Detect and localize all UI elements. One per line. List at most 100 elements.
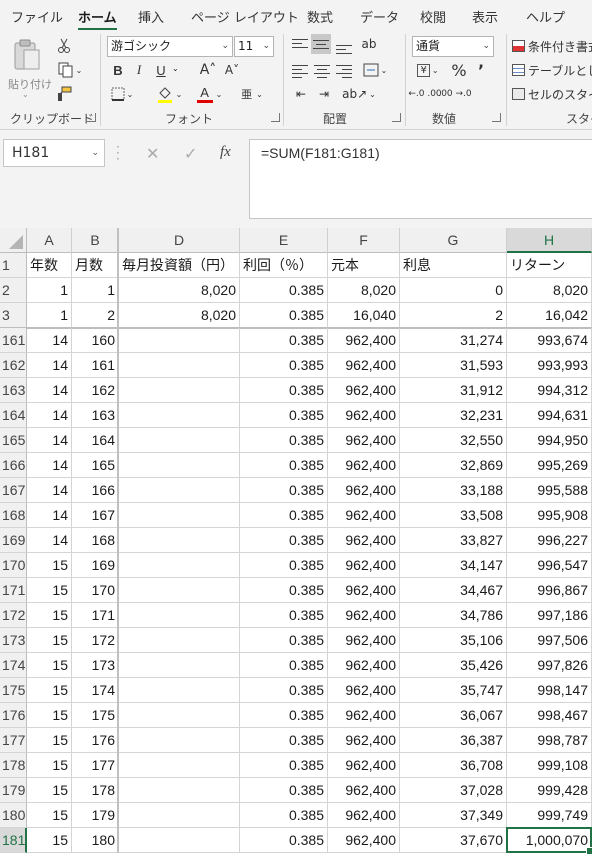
cell-E181[interactable]: 0.385 — [240, 828, 328, 853]
row-header[interactable]: 3 — [0, 303, 27, 328]
cell-A2[interactable]: 1 — [27, 278, 72, 303]
column-header[interactable]: G — [400, 228, 507, 253]
cell-G166[interactable]: 32,869 — [400, 453, 507, 478]
cell-H168[interactable]: 995,908 — [507, 503, 592, 528]
cell-D174[interactable] — [119, 653, 240, 678]
cell-F180[interactable]: 962,400 — [328, 803, 400, 828]
cell-A166[interactable]: 14 — [27, 453, 72, 478]
cell-D163[interactable] — [119, 378, 240, 403]
tab-home[interactable]: ホーム — [78, 7, 117, 31]
cell-H180[interactable]: 999,749 — [507, 803, 592, 828]
cell-E162[interactable]: 0.385 — [240, 353, 328, 378]
cell-G178[interactable]: 36,708 — [400, 753, 507, 778]
cell-F162[interactable]: 962,400 — [328, 353, 400, 378]
cell-H181[interactable]: 1,000,070 — [507, 828, 592, 853]
tab-formulas[interactable]: 数式 — [307, 7, 333, 26]
cell-G181[interactable]: 37,670 — [400, 828, 507, 853]
cell-F1[interactable]: 元本 — [328, 253, 400, 278]
row-header[interactable]: 176 — [0, 703, 27, 728]
cell-E175[interactable]: 0.385 — [240, 678, 328, 703]
cut-button[interactable] — [55, 36, 73, 56]
column-header[interactable]: E — [240, 228, 328, 253]
cell-B165[interactable]: 164 — [72, 428, 119, 453]
tab-view[interactable]: 表示 — [472, 7, 498, 26]
cell-G171[interactable]: 34,467 — [400, 578, 507, 603]
cell-G172[interactable]: 34,786 — [400, 603, 507, 628]
cell-E1[interactable]: 利回（％） — [240, 253, 328, 278]
increase-indent-button[interactable]: ⇥ — [314, 84, 334, 104]
cell-D169[interactable] — [119, 528, 240, 553]
cell-E170[interactable]: 0.385 — [240, 553, 328, 578]
cell-B176[interactable]: 175 — [72, 703, 119, 728]
row-header[interactable]: 167 — [0, 478, 27, 503]
cell-styles-button[interactable]: セルのスタイル — [512, 84, 592, 104]
decrease-decimal-button[interactable]: .00 →.0 — [438, 84, 471, 104]
formula-input[interactable]: =SUM(F181:G181) — [249, 139, 592, 219]
row-header[interactable]: 177 — [0, 728, 27, 753]
cell-B172[interactable]: 171 — [72, 603, 119, 628]
cell-B174[interactable]: 173 — [72, 653, 119, 678]
cell-F176[interactable]: 962,400 — [328, 703, 400, 728]
cell-D2[interactable]: 8,020 — [119, 278, 240, 303]
cell-F181[interactable]: 962,400 — [328, 828, 400, 853]
cell-B171[interactable]: 170 — [72, 578, 119, 603]
cell-B179[interactable]: 178 — [72, 778, 119, 803]
cell-B1[interactable]: 月数 — [72, 253, 119, 278]
tab-help[interactable]: ヘルプ — [526, 7, 565, 26]
cell-E173[interactable]: 0.385 — [240, 628, 328, 653]
row-header[interactable]: 166 — [0, 453, 27, 478]
cell-E176[interactable]: 0.385 — [240, 703, 328, 728]
cancel-icon[interactable]: ✕ — [146, 144, 159, 163]
cell-D172[interactable] — [119, 603, 240, 628]
row-header[interactable]: 164 — [0, 403, 27, 428]
orientation-button[interactable]: ab — [359, 34, 379, 54]
row-header[interactable]: 1 — [0, 253, 27, 278]
cell-A173[interactable]: 15 — [27, 628, 72, 653]
cell-G1[interactable]: 利息 — [400, 253, 507, 278]
cell-F168[interactable]: 962,400 — [328, 503, 400, 528]
cell-H170[interactable]: 996,547 — [507, 553, 592, 578]
number-format-combo[interactable]: 通貨 ⌄ — [412, 36, 494, 57]
fill-color-button[interactable]: ⌄ — [152, 84, 186, 104]
cell-A175[interactable]: 15 — [27, 678, 72, 703]
tab-file[interactable]: ファイル — [11, 7, 63, 26]
cell-B162[interactable]: 161 — [72, 353, 119, 378]
align-center-icon[interactable] — [314, 62, 330, 81]
cell-G177[interactable]: 36,387 — [400, 728, 507, 753]
cell-D161[interactable] — [119, 328, 240, 353]
cell-F172[interactable]: 962,400 — [328, 603, 400, 628]
tab-review[interactable]: 校閲 — [420, 7, 446, 26]
font-size-combo[interactable]: 11 ⌄ — [234, 36, 274, 57]
align-right-icon[interactable] — [336, 62, 352, 81]
row-header[interactable]: 178 — [0, 753, 27, 778]
tab-insert[interactable]: 挿入 — [138, 7, 164, 26]
cell-G163[interactable]: 31,912 — [400, 378, 507, 403]
currency-button[interactable]: ¥ ⌄ — [412, 60, 444, 80]
cell-F3[interactable]: 16,040 — [328, 303, 400, 328]
cell-G179[interactable]: 37,028 — [400, 778, 507, 803]
cell-G175[interactable]: 35,747 — [400, 678, 507, 703]
row-header[interactable]: 173 — [0, 628, 27, 653]
cell-E163[interactable]: 0.385 — [240, 378, 328, 403]
font-name-combo[interactable]: 游ゴシック ⌄ — [107, 36, 233, 57]
cell-H162[interactable]: 993,993 — [507, 353, 592, 378]
cell-B173[interactable]: 172 — [72, 628, 119, 653]
cell-H175[interactable]: 998,147 — [507, 678, 592, 703]
cell-H166[interactable]: 995,269 — [507, 453, 592, 478]
cell-H167[interactable]: 995,588 — [507, 478, 592, 503]
cell-A167[interactable]: 14 — [27, 478, 72, 503]
cell-G173[interactable]: 35,106 — [400, 628, 507, 653]
cell-D180[interactable] — [119, 803, 240, 828]
cell-H171[interactable]: 996,867 — [507, 578, 592, 603]
cell-F165[interactable]: 962,400 — [328, 428, 400, 453]
cell-F167[interactable]: 962,400 — [328, 478, 400, 503]
cell-B161[interactable]: 160 — [72, 328, 119, 353]
cell-G164[interactable]: 32,231 — [400, 403, 507, 428]
row-header[interactable]: 175 — [0, 678, 27, 703]
name-box[interactable]: H181 ⌄ — [3, 139, 105, 167]
cell-A179[interactable]: 15 — [27, 778, 72, 803]
cell-G174[interactable]: 35,426 — [400, 653, 507, 678]
cell-F164[interactable]: 962,400 — [328, 403, 400, 428]
cell-B170[interactable]: 169 — [72, 553, 119, 578]
column-header[interactable]: H — [507, 228, 592, 253]
